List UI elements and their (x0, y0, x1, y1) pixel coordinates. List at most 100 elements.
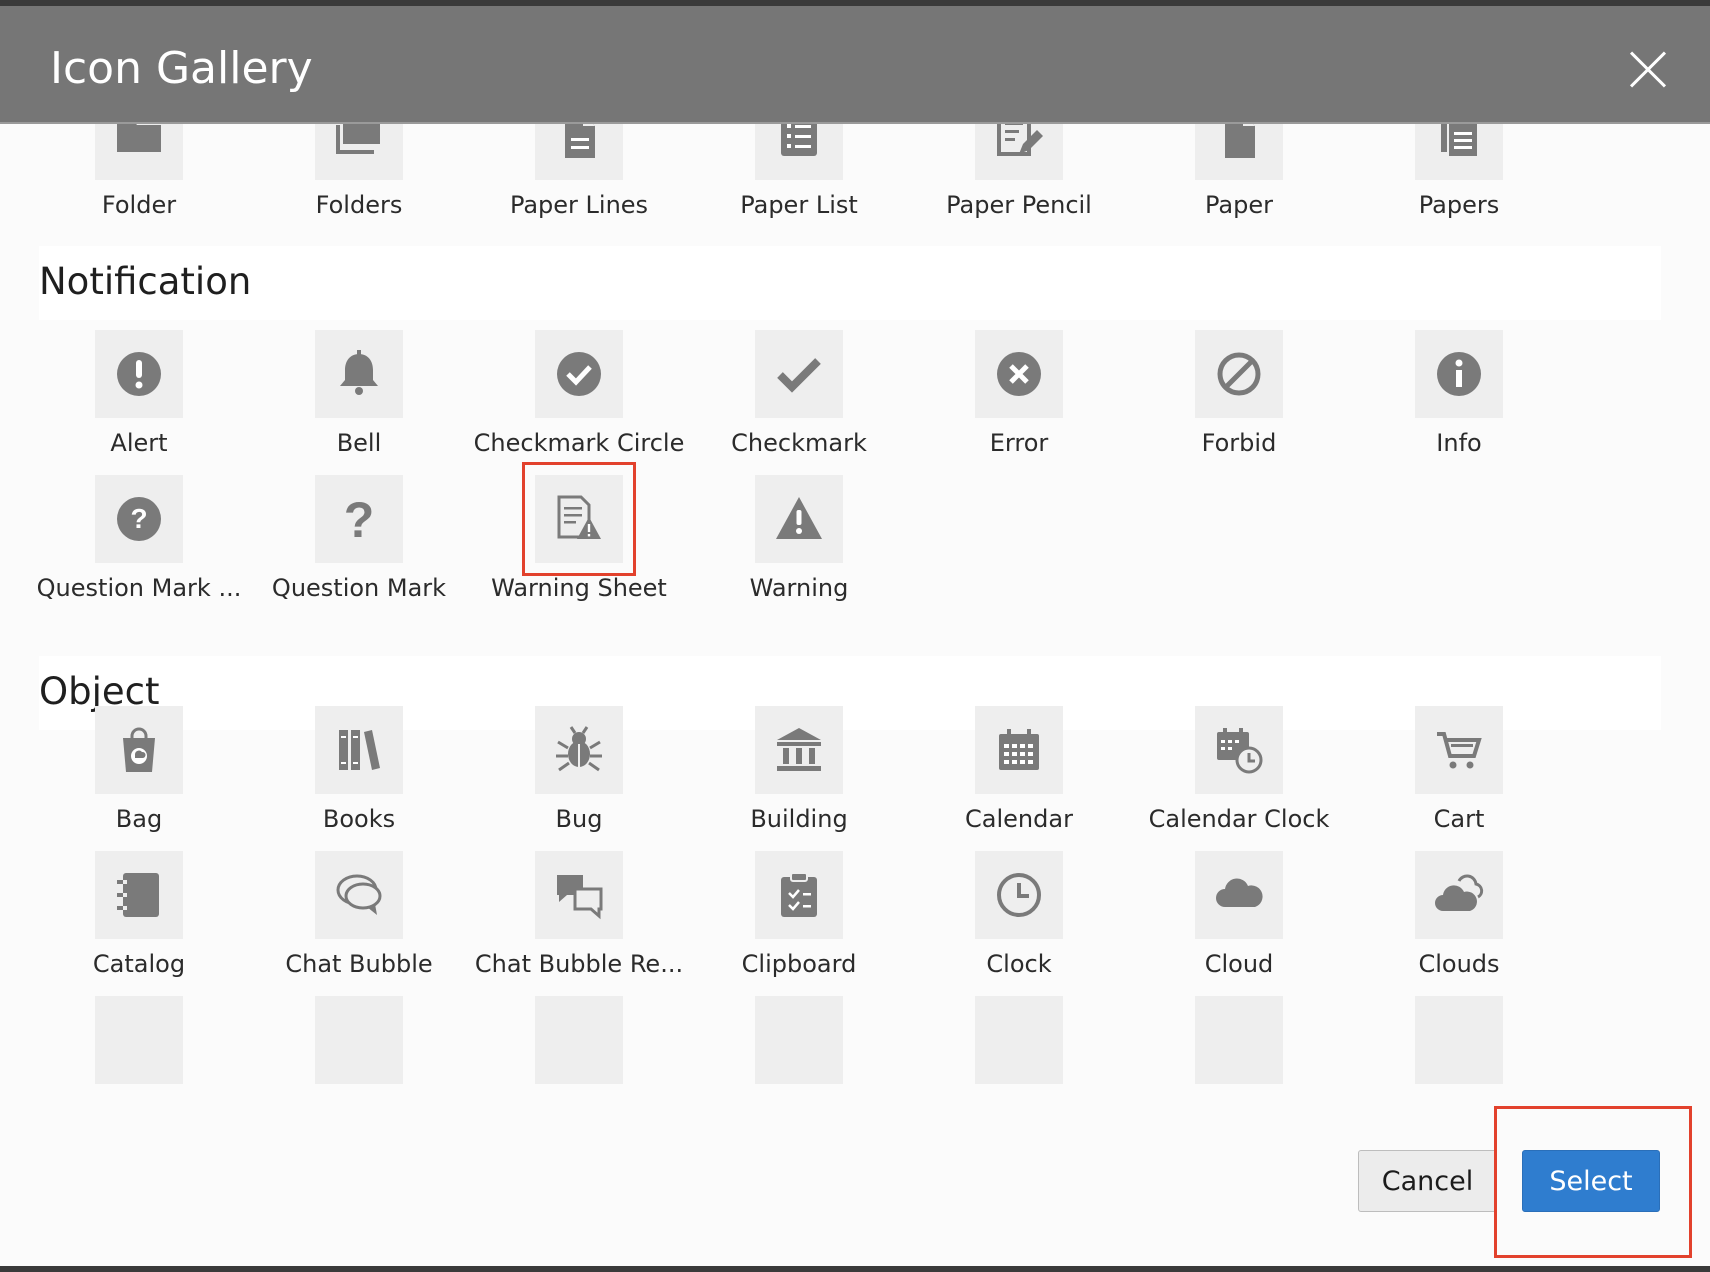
section-title: Notification (39, 260, 252, 303)
icon-tile-partial[interactable] (95, 996, 183, 1084)
bell-icon[interactable] (315, 330, 403, 418)
building-icon[interactable] (755, 706, 843, 794)
icon-list[interactable]: Folder Folders Paper Lines Paper List Paper … (0, 124, 1710, 1106)
papers-icon[interactable] (1415, 124, 1503, 180)
icon-item-building[interactable]: Building (689, 706, 909, 861)
paper-pencil-icon[interactable] (975, 124, 1063, 180)
icon-label: Question Mark ... (36, 574, 242, 602)
icon-item-checkmark-circle[interactable]: Checkmark Circle (469, 330, 689, 485)
icon-item-partial[interactable] (249, 996, 469, 1106)
icon-label: Clipboard (741, 950, 857, 978)
icon-item-paper-pencil[interactable]: Paper Pencil (909, 124, 1129, 247)
icon-item-alert[interactable]: Alert (29, 330, 249, 485)
catalog-icon[interactable] (95, 851, 183, 939)
icon-item-paper-lines[interactable]: Paper Lines (469, 124, 689, 247)
chat-bubble-icon[interactable] (315, 851, 403, 939)
clock-icon[interactable] (975, 851, 1063, 939)
cart-icon[interactable] (1415, 706, 1503, 794)
alert-icon[interactable] (95, 330, 183, 418)
checkmark-icon[interactable] (755, 330, 843, 418)
icon-label: Error (989, 429, 1049, 457)
chat-bubbles-icon[interactable] (535, 851, 623, 939)
question-mark-icon[interactable]: ? (315, 475, 403, 563)
icon-item-clipboard[interactable]: Clipboard (689, 851, 909, 1006)
clipboard-icon[interactable] (755, 851, 843, 939)
icon-label: Catalog (92, 950, 186, 978)
bug-icon[interactable] (535, 706, 623, 794)
icon-gallery-dialog: Icon Gallery Folder Folders Paper Lines Pap… (0, 6, 1710, 1266)
icon-tile-partial[interactable] (975, 996, 1063, 1084)
calendar-icon[interactable] (975, 706, 1063, 794)
info-icon[interactable] (1415, 330, 1503, 418)
icon-item-partial[interactable] (1129, 996, 1349, 1106)
cloud-icon[interactable] (1195, 851, 1283, 939)
icon-item-calendar[interactable]: Calendar (909, 706, 1129, 861)
icon-label: Cart (1433, 805, 1485, 833)
icon-tile-partial[interactable] (755, 996, 843, 1084)
folders-icon[interactable] (315, 124, 403, 180)
question-mark-circle-icon[interactable]: ? (95, 475, 183, 563)
icon-tile-partial[interactable] (1195, 996, 1283, 1084)
icon-label: Chat Bubble Re... (474, 950, 684, 978)
icon-item-paper-list[interactable]: Paper List (689, 124, 909, 247)
icon-item-partial[interactable] (29, 996, 249, 1106)
icon-item-chat-bubble-re[interactable]: Chat Bubble Re... (469, 851, 689, 1006)
icon-tile-partial[interactable] (535, 996, 623, 1084)
cancel-button[interactable]: Cancel (1358, 1150, 1497, 1212)
calendar-clock-icon[interactable] (1195, 706, 1283, 794)
icon-item-partial[interactable] (469, 996, 689, 1106)
icon-label: Calendar Clock (1148, 805, 1330, 833)
icon-item-bell[interactable]: Bell (249, 330, 469, 485)
paper-lines-icon[interactable] (535, 124, 623, 180)
icon-item-checkmark[interactable]: Checkmark (689, 330, 909, 485)
close-icon[interactable] (1628, 50, 1668, 90)
icon-item-forbid[interactable]: Forbid (1129, 330, 1349, 485)
icon-item-papers[interactable]: Papers (1349, 124, 1569, 247)
checkmark-circle-icon[interactable] (535, 330, 623, 418)
icon-label: Checkmark (731, 429, 867, 457)
icon-label: Question Mark (271, 574, 447, 602)
folder-icon[interactable] (95, 124, 183, 180)
section-header-notification: Notification (39, 246, 1661, 320)
select-button[interactable]: Select (1522, 1150, 1660, 1212)
icon-item-warning[interactable]: Warning (689, 475, 909, 630)
icon-item-clouds[interactable]: Clouds (1349, 851, 1569, 1006)
icon-tile-partial[interactable] (1415, 996, 1503, 1084)
dialog-title: Icon Gallery (50, 43, 313, 94)
icon-item-question-mark[interactable]: ? Question Mark ... (29, 475, 249, 630)
books-icon[interactable] (315, 706, 403, 794)
icon-item-paper[interactable]: Paper (1129, 124, 1349, 247)
icon-item-error[interactable]: Error (909, 330, 1129, 485)
icon-item-partial[interactable] (1349, 996, 1569, 1106)
icon-item-folders[interactable]: Folders (249, 124, 469, 247)
icon-item-catalog[interactable]: Catalog (29, 851, 249, 1006)
icon-item-chat-bubble[interactable]: Chat Bubble (249, 851, 469, 1006)
warning-icon[interactable] (755, 475, 843, 563)
icon-item-bug[interactable]: Bug (469, 706, 689, 861)
icon-item-cloud[interactable]: Cloud (1129, 851, 1349, 1006)
icon-item-question-mark[interactable]: ? Question Mark (249, 475, 469, 630)
forbid-icon[interactable] (1195, 330, 1283, 418)
icon-item-books[interactable]: Books (249, 706, 469, 861)
icon-item-partial[interactable] (689, 996, 909, 1106)
icon-item-folder[interactable]: Folder (29, 124, 249, 247)
bag-icon[interactable] (95, 706, 183, 794)
clouds-icon[interactable] (1415, 851, 1503, 939)
icon-item-info[interactable]: Info (1349, 330, 1569, 485)
icon-label: Chat Bubble (285, 950, 433, 978)
warning-sheet-icon[interactable] (522, 462, 636, 576)
icon-label: Folder (101, 191, 177, 219)
error-icon[interactable] (975, 330, 1063, 418)
paper-list-icon[interactable] (755, 124, 843, 180)
icon-item-warning-sheet[interactable]: Warning Sheet (469, 462, 689, 630)
icon-item-cart[interactable]: Cart (1349, 706, 1569, 861)
icon-item-calendar-clock[interactable]: Calendar Clock (1129, 706, 1349, 861)
icon-item-clock[interactable]: Clock (909, 851, 1129, 1006)
icon-tile-partial[interactable] (315, 996, 403, 1084)
icon-label: Paper List (740, 191, 858, 219)
icon-item-bag[interactable]: Bag (29, 706, 249, 861)
icon-label: Bell (336, 429, 382, 457)
icon-label: Building (750, 805, 848, 833)
icon-item-partial[interactable] (909, 996, 1129, 1106)
paper-icon[interactable] (1195, 124, 1283, 180)
